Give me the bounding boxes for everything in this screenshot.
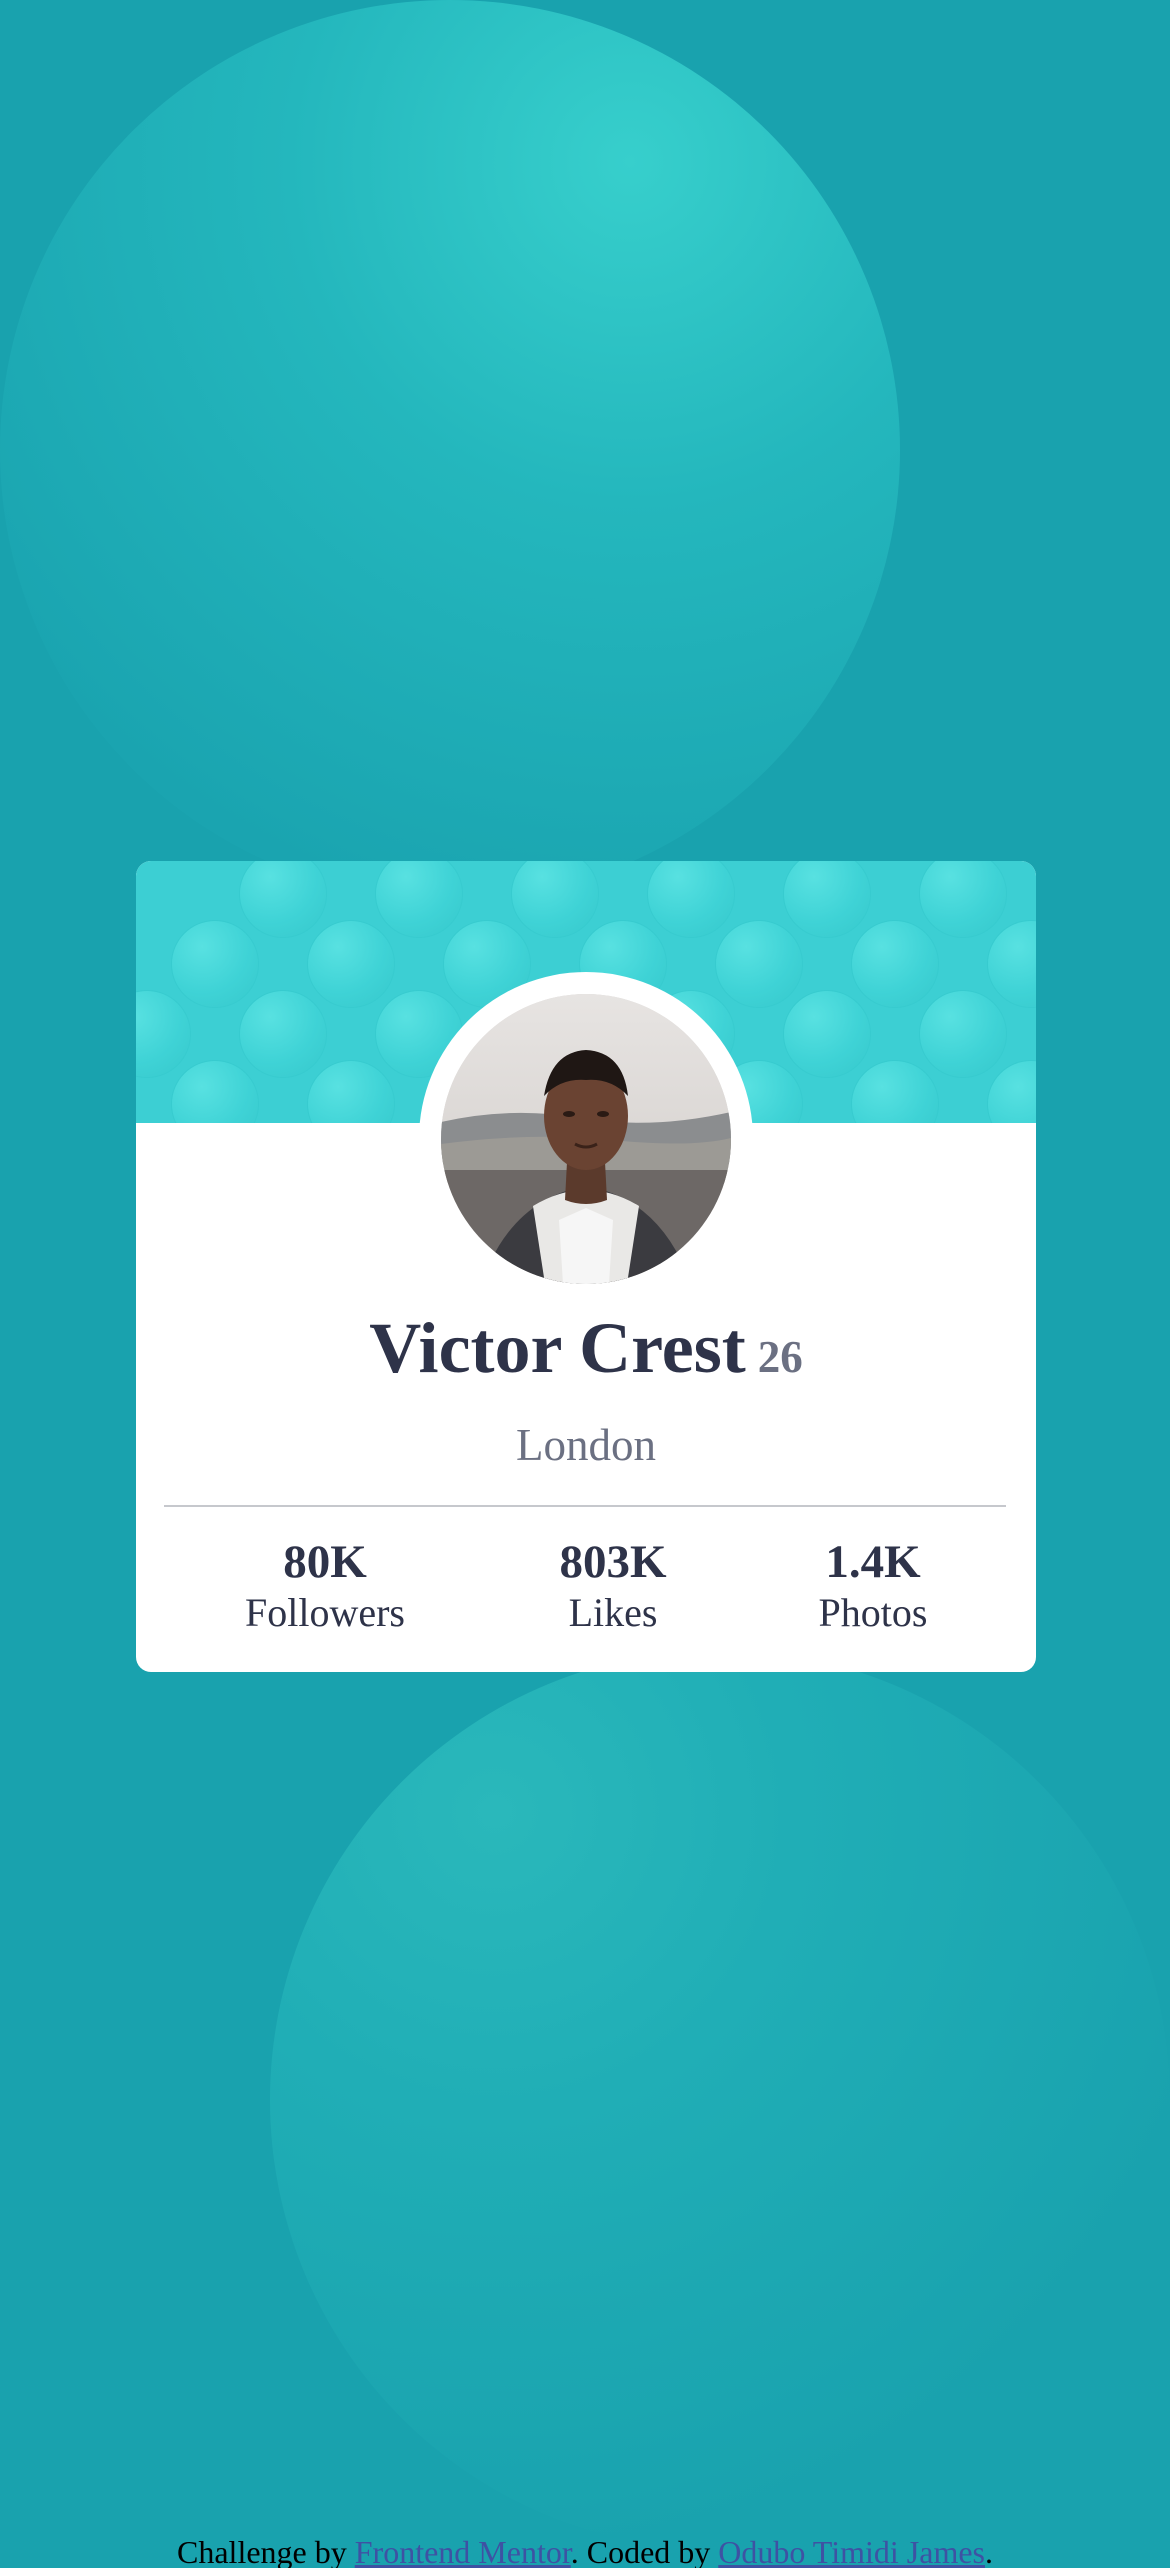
divider [164,1505,1006,1507]
author-link[interactable]: Odubo Timidi James [718,2534,985,2568]
background-circle-bottom [270,1650,1170,2550]
stat-label: Followers [245,1590,405,1635]
profile-age: 26 [757,1332,803,1382]
profile-city: London [516,1420,656,1470]
profile-card: Victor Crest 26 London 80K Followers 803K… [136,861,1036,1672]
attribution-prefix: Challenge by [177,2534,355,2568]
stat-followers: 80K Followers [205,1535,445,1637]
stat-label: Likes [568,1590,658,1635]
avatar [441,994,731,1284]
attribution-suffix: . [984,2534,993,2568]
stat-value: 803K [559,1536,667,1588]
profile-name-line: Victor Crest 26 [136,1307,1036,1390]
profile-name: Victor Crest [369,1308,746,1388]
background-circle-top [0,0,900,900]
stat-value: 80K [283,1536,367,1588]
stat-photos: 1.4K Photos [753,1535,993,1637]
attribution-middle: . Coded by [570,2534,719,2568]
avatar-photo [441,994,731,1284]
attribution: Challenge by Frontend Mentor. Coded by O… [0,2528,1170,2568]
stat-label: Photos [818,1590,928,1635]
frontend-mentor-link[interactable]: Frontend Mentor [355,2534,571,2568]
stat-value: 1.4K [825,1536,921,1588]
stat-likes: 803K Likes [493,1535,733,1637]
